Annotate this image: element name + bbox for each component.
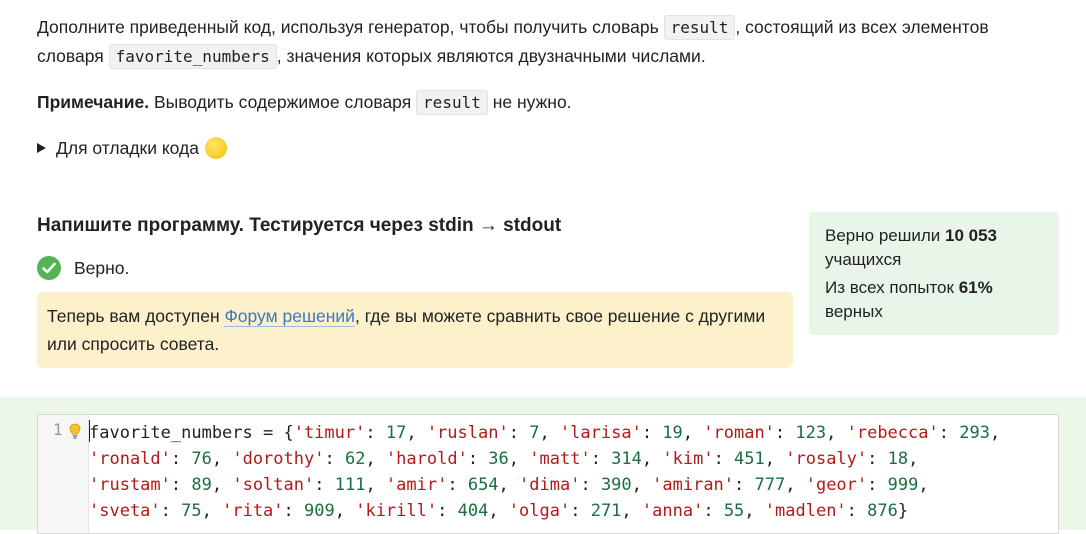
inline-code-result-note: result <box>416 90 488 115</box>
stats-panel: Верно решили 10 053 учащихся Из всех попы… <box>809 212 1059 335</box>
program-heading: Напишите программу. Тестируется через st… <box>37 215 562 236</box>
dict-value: 89 <box>191 475 212 495</box>
debug-label: Для отладки кода <box>56 137 199 158</box>
dict-value: 36 <box>488 449 509 469</box>
dict-key: 'harold' <box>385 449 468 469</box>
dict-value: 999 <box>887 475 919 495</box>
dict-key: 'ronald' <box>89 449 171 469</box>
dict-key: 'roman' <box>703 423 775 443</box>
dict-key: 'kim' <box>662 449 714 469</box>
task-text-3: , значения которых являются двузначными … <box>276 46 706 66</box>
inline-code-result: result <box>663 15 736 40</box>
code-editor[interactable]: 1 favorite_numbers = {'timur': 17, 'rusl… <box>37 414 1059 534</box>
dict-value: 451 <box>734 449 765 469</box>
dict-key: 'larisa' <box>559 423 642 443</box>
task-text-1: Дополните приведенный код, используя ген… <box>37 17 664 37</box>
dict-value: 19 <box>662 423 683 443</box>
dict-key: 'rustam' <box>89 475 171 495</box>
dict-key: 'rita' <box>222 501 284 521</box>
dict-key: 'timur' <box>293 423 366 443</box>
solved-stat: Верно решили 10 053 учащихся <box>825 224 1043 272</box>
attempts-stat: Из всех попыток 61% верных <box>825 276 1043 324</box>
solved-prefix: Верно решили <box>825 226 945 245</box>
dict-value: 17 <box>385 423 407 443</box>
editor-gutter: 1 <box>38 415 89 533</box>
yellow-circle-emoji-icon <box>204 137 227 159</box>
forum-link[interactable]: Форум решений <box>224 306 355 327</box>
dict-value: 111 <box>334 475 366 495</box>
expand-triangle-icon <box>37 143 46 153</box>
lightbulb-icon[interactable] <box>69 423 81 441</box>
dict-value: 390 <box>600 475 632 495</box>
solved-suffix: учащихся <box>825 250 902 269</box>
dict-value: 76 <box>191 449 212 469</box>
dict-key: 'amir' <box>385 475 448 495</box>
verdict-text: Верно. <box>74 257 130 278</box>
note-text-1: Выводить содержимое словаря <box>149 92 417 112</box>
dict-value: 293 <box>959 423 990 443</box>
dict-key: 'madlen' <box>764 501 847 521</box>
dict-value: 314 <box>611 449 642 469</box>
dict-value: 909 <box>304 501 335 521</box>
dict-key: 'ruslan' <box>426 423 509 443</box>
code-content[interactable]: favorite_numbers = {'timur': 17, 'ruslan… <box>89 420 1000 524</box>
dict-key: 'rosaly' <box>785 449 868 469</box>
verdict-status: Верно. <box>37 254 129 282</box>
dict-value: 271 <box>590 501 622 521</box>
dict-key: 'kirill' <box>355 501 438 521</box>
line-number: 1 <box>53 420 63 439</box>
dict-key: 'olga' <box>508 501 571 521</box>
dict-value: 55 <box>723 501 745 521</box>
dict-key: 'dima' <box>519 475 581 495</box>
inline-code-favorite-numbers: favorite_numbers <box>108 44 277 69</box>
dict-key: 'amiran' <box>652 475 735 495</box>
dict-key: 'dorothy' <box>232 449 325 469</box>
attempts-percent: 61% <box>958 278 993 297</box>
debug-details-toggle[interactable]: Для отладки кода <box>37 134 227 162</box>
dict-value: 404 <box>457 501 489 521</box>
dict-key: 'rebecca' <box>846 423 939 443</box>
solved-count: 10 053 <box>945 226 997 245</box>
attempts-suffix: верных <box>825 302 883 321</box>
forum-notice: Теперь вам доступен Форум решений, где в… <box>37 292 793 368</box>
dict-value: 777 <box>754 475 786 495</box>
task-description: Дополните приведенный код, используя ген… <box>37 13 1047 71</box>
text-cursor <box>89 420 90 442</box>
dict-value: 18 <box>887 449 909 469</box>
dict-key: 'matt' <box>529 449 591 469</box>
dict-key: 'soltan' <box>232 475 315 495</box>
note-text-2: не нужно. <box>487 92 572 112</box>
dict-key: 'sveta' <box>89 501 161 521</box>
check-circle-icon <box>37 256 61 280</box>
task-note: Примечание. Выводить содержимое словаря … <box>37 88 572 117</box>
notice-text-1: Теперь вам доступен <box>47 306 225 326</box>
dict-value: 123 <box>795 423 827 443</box>
dict-value: 654 <box>467 475 499 495</box>
dict-value: 75 <box>181 501 202 521</box>
dict-value: 7 <box>529 423 540 443</box>
note-label: Примечание. <box>37 92 150 112</box>
dict-value: 62 <box>344 449 366 469</box>
dict-key: 'anna' <box>641 501 704 521</box>
dict-key: 'geor' <box>805 475 868 495</box>
dict-value: 876 <box>867 501 898 521</box>
attempts-prefix: Из всех попыток <box>825 278 959 297</box>
